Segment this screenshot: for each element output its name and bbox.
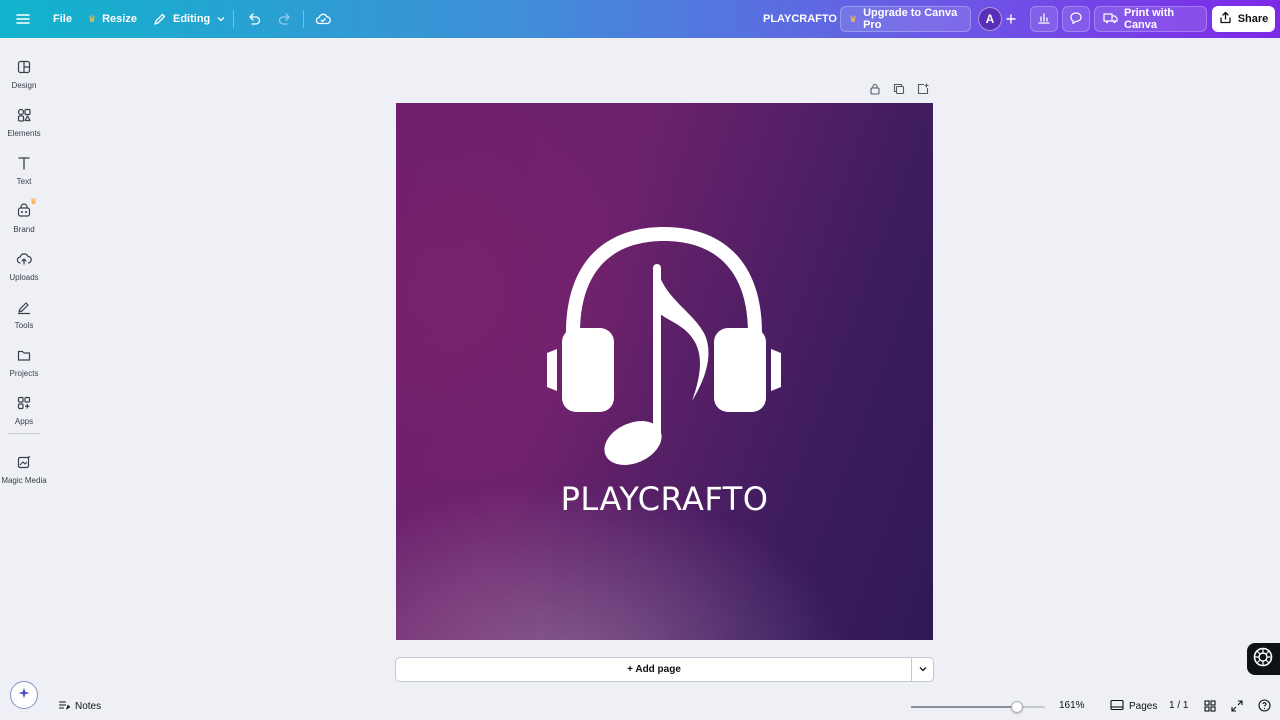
design-canvas[interactable]: PLAYCRAFTO bbox=[396, 103, 933, 640]
file-menu-button[interactable]: File bbox=[53, 0, 72, 38]
pages-label: Pages bbox=[1129, 701, 1158, 712]
sparkle-icon bbox=[17, 686, 31, 705]
sidebar-item-label: Apps bbox=[14, 417, 34, 426]
design-icon bbox=[15, 58, 33, 76]
pencil-icon bbox=[153, 12, 167, 26]
bar-chart-icon bbox=[1037, 11, 1051, 28]
undo-button[interactable] bbox=[246, 0, 262, 38]
add-page-dropdown-button[interactable] bbox=[911, 658, 933, 681]
apps-icon bbox=[15, 394, 33, 412]
zoom-slider-handle[interactable] bbox=[1011, 701, 1024, 713]
elements-icon bbox=[15, 106, 33, 124]
share-label: Share bbox=[1237, 13, 1269, 25]
share-button[interactable]: Share bbox=[1212, 6, 1275, 32]
toolbar-divider bbox=[233, 10, 234, 28]
insights-button[interactable] bbox=[1030, 6, 1058, 32]
pages-button[interactable]: Pages bbox=[1110, 699, 1157, 714]
sidebar-item-brand[interactable]: ♛ Brand bbox=[0, 196, 48, 240]
headphones-music-note-graphic[interactable] bbox=[544, 223, 784, 468]
page-count: 1 / 1 bbox=[1169, 700, 1189, 711]
top-toolbar: File ♛ Resize Editing PLAYCRAFTO ♛ Upgra… bbox=[0, 0, 1280, 38]
notes-button[interactable]: Notes bbox=[58, 699, 101, 714]
logo-text[interactable]: PLAYCRAFTO bbox=[396, 480, 933, 518]
notes-icon bbox=[58, 699, 71, 714]
file-label: File bbox=[53, 13, 72, 25]
sidebar-item-label: Text bbox=[16, 177, 32, 186]
sidebar-item-elements[interactable]: Elements bbox=[0, 100, 48, 144]
main-menu-button[interactable] bbox=[15, 0, 31, 38]
sidebar-item-projects[interactable]: Projects bbox=[0, 340, 48, 384]
pages-icon bbox=[1110, 699, 1124, 714]
add-page-bar: + Add page bbox=[395, 657, 934, 682]
hamburger-icon bbox=[15, 11, 31, 27]
page-toolbar bbox=[868, 82, 930, 98]
toolbar-divider bbox=[303, 10, 304, 28]
sidebar-item-label: Uploads bbox=[9, 273, 39, 282]
truck-icon bbox=[1103, 11, 1118, 28]
add-collaborator-button[interactable] bbox=[1005, 0, 1017, 38]
print-with-canva-button[interactable]: Print with Canva bbox=[1094, 6, 1207, 32]
sidebar-item-apps[interactable]: Apps bbox=[0, 388, 48, 432]
assistant-button[interactable] bbox=[1247, 643, 1280, 675]
help-icon[interactable] bbox=[1258, 699, 1271, 717]
assistant-icon bbox=[1252, 646, 1274, 673]
grid-view-icon[interactable] bbox=[1204, 699, 1216, 717]
sidebar-item-tools[interactable]: Tools bbox=[0, 292, 48, 336]
redo-button[interactable] bbox=[277, 0, 293, 38]
text-icon bbox=[15, 154, 33, 172]
sidebar-item-label: Design bbox=[11, 81, 37, 90]
sidebar-item-magic-media[interactable]: Magic Media bbox=[0, 447, 48, 491]
redo-icon bbox=[277, 11, 293, 27]
share-upload-icon bbox=[1219, 11, 1232, 27]
sidebar-item-label: Projects bbox=[9, 369, 39, 378]
avatar-initial: A bbox=[985, 12, 995, 26]
editing-label: Editing bbox=[173, 13, 211, 25]
sidebar-item-label: Elements bbox=[7, 129, 41, 138]
sidebar-item-label: Magic Media bbox=[1, 476, 47, 485]
plus-icon bbox=[1005, 13, 1017, 25]
comments-button[interactable] bbox=[1062, 6, 1090, 32]
notes-label: Notes bbox=[75, 701, 102, 712]
left-sidebar: Design Elements Text ♛ Brand Uploads Too… bbox=[0, 38, 48, 720]
chevron-down-icon bbox=[216, 14, 226, 24]
tools-icon bbox=[15, 298, 33, 316]
comment-icon bbox=[1069, 11, 1083, 28]
add-page-button[interactable]: + Add page bbox=[396, 658, 912, 681]
sidebar-divider bbox=[8, 433, 40, 434]
zoom-level[interactable]: 161% bbox=[1059, 700, 1085, 711]
crown-icon: ♛ bbox=[88, 13, 97, 24]
zoom-slider[interactable] bbox=[911, 701, 1045, 713]
avatar[interactable]: A bbox=[978, 7, 1002, 31]
duplicate-page-icon[interactable] bbox=[892, 82, 906, 98]
crown-icon: ♛ bbox=[849, 13, 858, 24]
sidebar-item-label: Brand bbox=[13, 225, 35, 234]
fullscreen-icon[interactable] bbox=[1231, 699, 1243, 717]
sidebar-item-uploads[interactable]: Uploads bbox=[0, 244, 48, 288]
print-label: Print with Canva bbox=[1124, 7, 1175, 31]
resize-button[interactable]: ♛ Resize bbox=[88, 0, 137, 38]
add-page-icon[interactable] bbox=[916, 82, 930, 98]
magic-assistant-button[interactable] bbox=[10, 681, 38, 709]
magic-media-icon bbox=[15, 453, 33, 471]
pro-crown-icon: ♛ bbox=[30, 197, 38, 206]
cloud-check-icon bbox=[315, 11, 331, 27]
uploads-icon bbox=[15, 250, 33, 268]
upgrade-button[interactable]: ♛ Upgrade to Canva Pro bbox=[840, 6, 971, 32]
chevron-down-icon bbox=[918, 661, 928, 679]
sidebar-item-text[interactable]: Text bbox=[0, 148, 48, 192]
document-title[interactable]: PLAYCRAFTO bbox=[763, 0, 837, 38]
resize-label: Resize bbox=[102, 13, 137, 25]
document-title-text: PLAYCRAFTO bbox=[763, 13, 837, 25]
lock-icon[interactable] bbox=[868, 82, 882, 98]
undo-icon bbox=[246, 11, 262, 27]
upgrade-label: Upgrade to Canva Pro bbox=[863, 7, 958, 31]
sidebar-item-design[interactable]: Design bbox=[0, 52, 48, 96]
sidebar-item-label: Tools bbox=[14, 321, 34, 330]
zoom-slider-fill bbox=[911, 706, 1018, 708]
editing-mode-button[interactable]: Editing bbox=[153, 0, 226, 38]
cloud-save-button[interactable] bbox=[315, 0, 331, 38]
projects-icon bbox=[15, 346, 33, 364]
